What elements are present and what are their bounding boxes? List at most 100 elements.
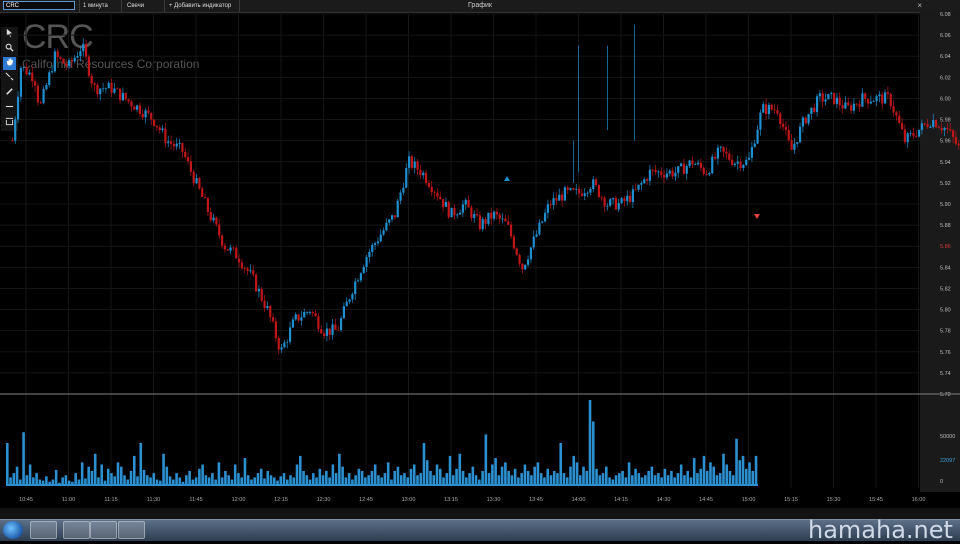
candle-body [362, 266, 365, 274]
candle-body [223, 245, 226, 250]
candle-body [141, 113, 144, 118]
candle-body [609, 199, 612, 206]
volume-bar [455, 468, 458, 486]
candle-body [549, 204, 552, 206]
candle-body [929, 126, 932, 128]
candle-body [708, 173, 711, 175]
candle-body [934, 120, 938, 128]
price-chart[interactable]: 6.08 6.06 6.04 6.02 6.00 5.98 5.96 5.94 5.92 5.90… [0, 0, 960, 520]
candle-body [283, 342, 286, 348]
volume-bar [591, 421, 595, 486]
candle-body [762, 104, 765, 113]
time-tick-label: 11:15 [104, 497, 117, 503]
candle-body [456, 214, 459, 216]
volume-bar [139, 443, 143, 486]
candle-body [203, 197, 207, 199]
volume-bar [582, 466, 585, 486]
candle-body [830, 92, 833, 95]
candle-body [759, 112, 762, 130]
candle-body [266, 305, 269, 309]
candle-body [198, 177, 201, 189]
candle-body [946, 127, 949, 129]
price-tick-label: 5.92 [940, 181, 951, 187]
start-button[interactable] [3, 521, 23, 539]
volume-bar [735, 438, 738, 486]
candle-body [623, 198, 626, 202]
nvidia-icon[interactable] [90, 521, 117, 539]
candle-body [586, 192, 589, 194]
volume-bar [224, 470, 227, 486]
candle-body [926, 124, 929, 128]
candle-body [521, 263, 524, 270]
candle-body [178, 143, 181, 144]
time-tick-label: 11:30 [147, 497, 160, 503]
volume-bar [738, 460, 742, 486]
volume-tick-label: 22097 [940, 458, 955, 464]
volume-bar [243, 458, 247, 486]
candle-body [512, 236, 515, 249]
candle-body [424, 172, 428, 183]
candle-body [699, 162, 702, 168]
candle-body [841, 105, 844, 109]
candle-body [184, 151, 187, 158]
candle-body [682, 163, 685, 174]
folder-icon[interactable] [30, 521, 57, 539]
volume-bar [504, 462, 507, 486]
candle-body [889, 93, 892, 107]
candle-body [90, 75, 93, 84]
candle-body [679, 163, 683, 167]
candle-body [589, 189, 592, 193]
volume-bar [526, 470, 530, 486]
candle-body [19, 67, 22, 97]
candle-body [949, 128, 952, 131]
candle-body [951, 130, 955, 138]
candle-body [464, 199, 467, 205]
volume-bar [709, 462, 712, 486]
candle-body [444, 201, 447, 207]
candle-body [577, 189, 581, 194]
candle-body [645, 179, 649, 181]
app-icon[interactable] [118, 521, 145, 539]
candle-body [787, 129, 790, 141]
document-icon[interactable] [63, 521, 90, 539]
candle-body [99, 88, 102, 95]
candle-body [441, 199, 445, 207]
candle-body [388, 219, 391, 223]
price-tick-label: 6.08 [940, 12, 951, 18]
candle-body [467, 199, 470, 208]
candle-body [603, 197, 606, 207]
candle-body [65, 63, 68, 67]
volume-bar [396, 466, 400, 486]
volume-bar [259, 468, 263, 486]
candle-body [201, 188, 204, 198]
volume-bar [100, 464, 104, 486]
volume-bar [491, 464, 494, 486]
candle-body [844, 102, 847, 109]
volume-bar [575, 462, 579, 486]
candle-body [855, 103, 858, 105]
candle-body [614, 198, 617, 210]
candle-body [784, 126, 787, 130]
candle-body [294, 314, 297, 320]
time-tick-label: 14:15 [614, 497, 628, 503]
candle-body [954, 137, 957, 144]
volume-bar [266, 470, 270, 486]
candle-body [767, 104, 770, 115]
time-tick-label: 11:45 [189, 497, 202, 503]
candle-body [22, 66, 25, 68]
candle-body [592, 179, 595, 190]
candle-body [849, 105, 853, 111]
volume-bar [634, 468, 637, 486]
candle-body [560, 194, 564, 201]
candle-body [583, 193, 586, 196]
candle-body [291, 319, 294, 328]
candle-body [144, 110, 147, 118]
price-tick-label: 6.00 [940, 96, 951, 102]
price-tick-label: 5.74 [940, 371, 951, 377]
candle-body [240, 262, 243, 269]
volume-bar [412, 464, 416, 486]
candle-body [611, 198, 615, 200]
candle-body [665, 173, 668, 178]
candle-body [436, 192, 439, 197]
volume-bar [201, 464, 204, 486]
